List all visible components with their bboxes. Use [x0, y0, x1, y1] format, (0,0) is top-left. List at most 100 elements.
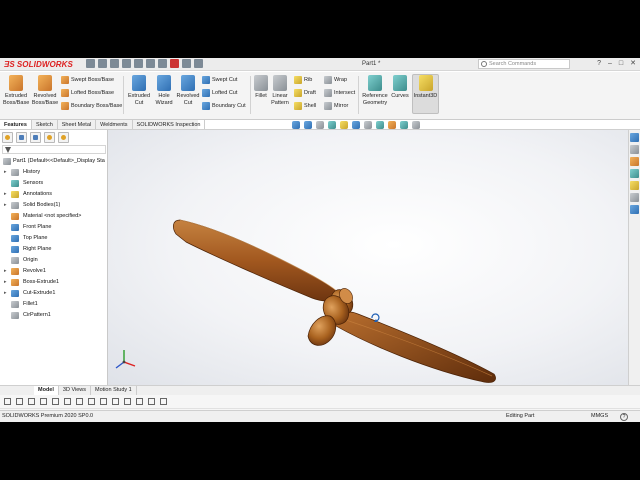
tree-item[interactable]: Right Plane — [0, 244, 107, 255]
appearances-icon[interactable] — [630, 181, 639, 190]
save-icon[interactable] — [122, 59, 131, 68]
options-icon[interactable] — [194, 59, 203, 68]
view-orientation-icon[interactable] — [352, 120, 360, 129]
feature-manager-tab-icon[interactable] — [2, 132, 13, 143]
reference-geometry-button[interactable]: Reference Geometry — [361, 75, 389, 106]
boundary-cut-button[interactable]: Boundary Cut — [202, 101, 246, 110]
previous-view-icon[interactable] — [316, 120, 324, 129]
tree-item[interactable]: Origin — [0, 255, 107, 266]
search-commands-input[interactable]: Search Commands — [478, 59, 570, 69]
help-button[interactable]: ? — [597, 58, 601, 70]
minimize-button[interactable]: – — [608, 58, 612, 70]
tree-item[interactable]: ▸ History — [0, 167, 107, 178]
expand-arrow-icon[interactable]: ▸ — [4, 277, 7, 288]
display-manager-tab-icon[interactable] — [58, 132, 69, 143]
file-properties-icon[interactable] — [182, 59, 191, 68]
mirror-button[interactable]: Mirror — [324, 101, 348, 110]
relations-icon[interactable] — [148, 398, 155, 405]
tree-filter-input[interactable] — [2, 145, 106, 154]
help-icon[interactable]: ? — [620, 413, 628, 421]
revolved-boss-button[interactable]: Revolved Boss/Base — [31, 75, 59, 106]
solidworks-resources-icon[interactable] — [630, 133, 639, 142]
edit-appearance-icon[interactable] — [388, 120, 396, 129]
pattern-entities-icon[interactable] — [124, 398, 131, 405]
hide-show-items-icon[interactable] — [376, 120, 384, 129]
hole-wizard-button[interactable]: Hole Wizard — [152, 75, 176, 106]
tree-item[interactable]: Top Plane — [0, 233, 107, 244]
tab-motion-study[interactable]: Motion Study 1 — [91, 386, 137, 395]
select-icon[interactable] — [158, 59, 167, 68]
new-file-icon[interactable] — [98, 59, 107, 68]
forum-icon[interactable] — [630, 205, 639, 214]
view-settings-icon[interactable] — [412, 120, 420, 129]
tree-item[interactable]: Front Plane — [0, 222, 107, 233]
revolved-cut-button[interactable]: Revolved Cut — [176, 75, 200, 106]
design-library-icon[interactable] — [630, 145, 639, 154]
tab-3d-views[interactable]: 3D Views — [59, 386, 92, 395]
dimxpert-manager-tab-icon[interactable] — [44, 132, 55, 143]
tree-item[interactable]: CirPattern1 — [0, 310, 107, 321]
undo-icon[interactable] — [146, 59, 155, 68]
linear-pattern-button[interactable]: Linear Pattern — [270, 75, 290, 106]
rib-button[interactable]: Rib — [294, 75, 312, 84]
instant3d-button[interactable]: Instant3D — [412, 75, 439, 100]
extruded-cut-button[interactable]: Extruded Cut — [126, 75, 152, 106]
lofted-cut-button[interactable]: Lofted Cut — [202, 88, 237, 97]
draft-button[interactable]: Draft — [294, 88, 316, 97]
spline-icon[interactable] — [64, 398, 71, 405]
swept-boss-button[interactable]: Swept Boss/Base — [61, 75, 114, 84]
section-view-icon[interactable] — [328, 120, 336, 129]
view-palette-icon[interactable] — [630, 169, 639, 178]
repair-sketch-icon[interactable] — [160, 398, 167, 405]
graphics-area[interactable] — [108, 130, 628, 385]
print-icon[interactable] — [134, 59, 143, 68]
fillet-button[interactable]: Fillet — [252, 75, 270, 100]
rectangle-icon[interactable] — [28, 398, 35, 405]
tab-model[interactable]: Model — [34, 386, 59, 395]
close-button[interactable]: ✕ — [630, 58, 636, 70]
tree-item[interactable]: ▸ Solid Bodies(1) — [0, 200, 107, 211]
open-file-icon[interactable] — [110, 59, 119, 68]
tree-item[interactable]: ▸ Cut-Extrude1 — [0, 288, 107, 299]
expand-arrow-icon[interactable]: ▸ — [4, 266, 7, 277]
tree-root-part[interactable]: Part1 (Default<<Default>_Display Sta — [0, 156, 107, 167]
grid-icon[interactable] — [136, 398, 143, 405]
expand-arrow-icon[interactable]: ▸ — [4, 288, 7, 299]
home-icon[interactable] — [86, 59, 95, 68]
trim-icon[interactable] — [88, 398, 95, 405]
shell-button[interactable]: Shell — [294, 101, 316, 110]
offset-icon[interactable] — [100, 398, 107, 405]
rebuild-icon[interactable] — [170, 59, 179, 68]
expand-arrow-icon[interactable]: ▸ — [4, 167, 7, 178]
line-icon[interactable] — [16, 398, 23, 405]
curves-button[interactable]: Curves — [389, 75, 411, 100]
circle-icon[interactable] — [40, 398, 47, 405]
tree-item[interactable]: ▸ Revolve1 — [0, 266, 107, 277]
tree-item[interactable]: ▸ Annotations — [0, 189, 107, 200]
intersect-button[interactable]: Intersect — [324, 88, 355, 97]
mirror-entities-icon[interactable] — [112, 398, 119, 405]
swept-cut-button[interactable]: Swept Cut — [202, 75, 237, 84]
tree-item[interactable]: Sensors — [0, 178, 107, 189]
tree-item[interactable]: Material <not specified> — [0, 211, 107, 222]
extruded-boss-button[interactable]: Extruded Boss/Base — [3, 75, 29, 106]
configuration-manager-tab-icon[interactable] — [30, 132, 41, 143]
smart-dimension-icon[interactable] — [4, 398, 11, 405]
zoom-to-fit-icon[interactable] — [292, 120, 300, 129]
units-selector[interactable]: MMGS — [591, 411, 608, 422]
custom-properties-icon[interactable] — [630, 193, 639, 202]
expand-arrow-icon[interactable]: ▸ — [4, 189, 7, 200]
tree-item[interactable]: ▸ Boss-Extrude1 — [0, 277, 107, 288]
maximize-button[interactable]: □ — [619, 58, 623, 70]
dynamic-annotation-icon[interactable] — [340, 120, 348, 129]
file-explorer-icon[interactable] — [630, 157, 639, 166]
boundary-boss-button[interactable]: Boundary Boss/Base — [61, 101, 122, 110]
apply-scene-icon[interactable] — [400, 120, 408, 129]
wrap-button[interactable]: Wrap — [324, 75, 347, 84]
polygon-icon[interactable] — [76, 398, 83, 405]
property-manager-tab-icon[interactable] — [16, 132, 27, 143]
expand-arrow-icon[interactable]: ▸ — [4, 200, 7, 211]
display-style-icon[interactable] — [364, 120, 372, 129]
arc-icon[interactable] — [52, 398, 59, 405]
tree-item[interactable]: Fillet1 — [0, 299, 107, 310]
